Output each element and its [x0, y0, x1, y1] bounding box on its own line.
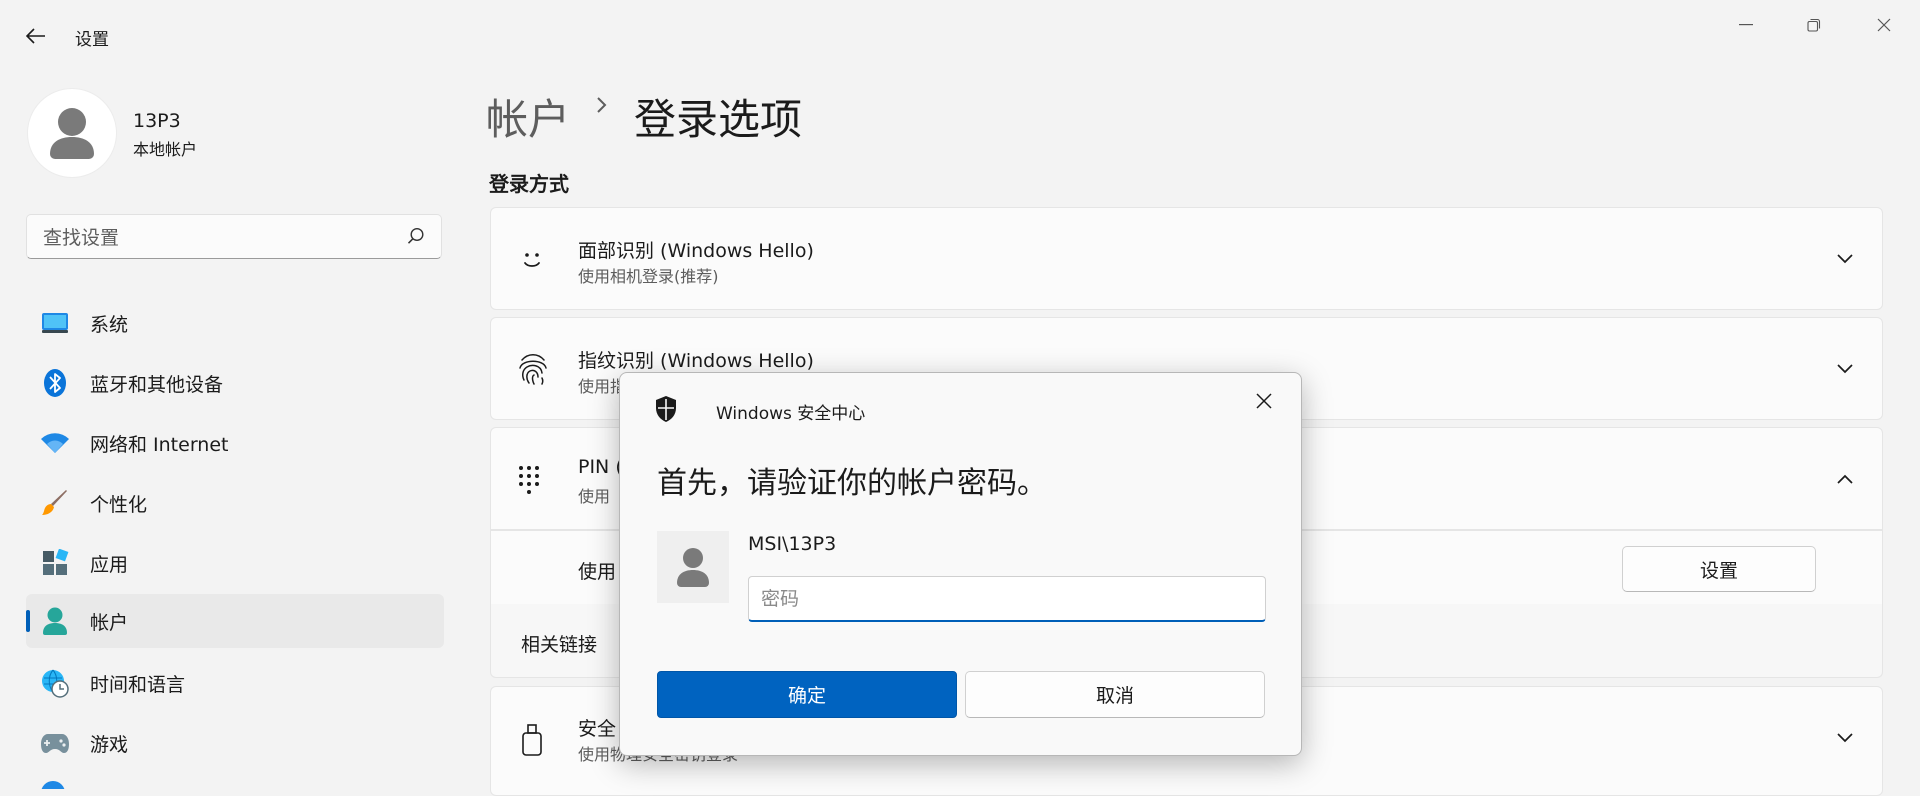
app-title: 设置 [75, 30, 109, 50]
restore-icon [1807, 18, 1821, 32]
breadcrumb-parent[interactable]: 帐户 [486, 86, 570, 147]
expand-button[interactable] [1830, 354, 1860, 384]
restore-button[interactable] [1784, 8, 1844, 42]
back-button[interactable] [14, 18, 58, 54]
account-icon [40, 606, 70, 636]
related-links-label: 相关链接 [521, 634, 598, 656]
minimize-icon [1739, 24, 1753, 26]
fingerprint-icon [519, 354, 547, 385]
sidebar-item-label: 个性化 [90, 493, 148, 516]
sidebar-item-label: 蓝牙和其他设备 [90, 373, 224, 396]
password-input[interactable] [748, 576, 1266, 622]
dialog-heading: 首先，请验证你的帐户密码。 [657, 466, 1047, 501]
face-recognition-card[interactable]: 面部识别 (Windows Hello) 使用相机登录(推荐) [490, 207, 1883, 310]
windows-security-dialog: Windows 安全中心 首先，请验证你的帐户密码。 MSI\13P3 确定 取… [619, 372, 1302, 756]
expand-button[interactable] [1830, 244, 1860, 274]
system-icon [40, 308, 70, 338]
pin-setup-button[interactable]: 设置 [1622, 546, 1816, 592]
dialog-username: MSI\13P3 [748, 533, 837, 555]
globe-clock-icon [40, 668, 70, 698]
card-title: 安全 [578, 718, 617, 740]
user-name: 13P3 [133, 110, 181, 132]
sidebar-item-bluetooth[interactable]: 蓝牙和其他设备 [26, 356, 444, 410]
close-icon [1256, 393, 1272, 409]
minimize-button[interactable] [1716, 8, 1776, 42]
smiley-face-icon [524, 253, 540, 267]
card-title: 指纹识别 (Windows Hello) [578, 350, 814, 372]
dialog-title: Windows 安全中心 [716, 404, 866, 424]
close-window-button[interactable] [1854, 8, 1914, 42]
brush-icon [40, 488, 70, 518]
cancel-button[interactable]: 取消 [965, 671, 1265, 718]
person-icon [677, 548, 709, 587]
ok-button[interactable]: 确定 [657, 671, 957, 718]
dialog-user-avatar [657, 531, 729, 603]
shield-icon [656, 396, 676, 422]
user-account-type: 本地帐户 [133, 140, 198, 159]
bluetooth-icon [40, 368, 70, 398]
apps-icon [40, 548, 70, 578]
sidebar-item-label: 帐户 [90, 611, 129, 634]
sidebar-item-next-partial [40, 780, 66, 789]
arrow-left-icon [26, 28, 45, 44]
sidebar-item-personalization[interactable]: 个性化 [26, 476, 444, 530]
card-subtitle: 使用相机登录(推荐) [578, 267, 719, 286]
sidebar-item-accounts[interactable]: 帐户 [26, 594, 444, 648]
usb-key-icon [522, 724, 542, 756]
sidebar-item-label: 时间和语言 [90, 673, 186, 696]
sidebar-item-label: 应用 [90, 553, 129, 576]
sidebar-item-apps[interactable]: 应用 [26, 536, 444, 590]
collapse-button[interactable] [1830, 464, 1860, 494]
search-box[interactable] [26, 214, 442, 260]
chevron-down-icon [1837, 254, 1853, 264]
chevron-down-icon [1837, 733, 1853, 743]
sidebar-item-network[interactable]: 网络和 Internet [26, 416, 444, 470]
section-title: 登录方式 [489, 172, 569, 196]
page-title: 登录选项 [634, 95, 803, 144]
sidebar-item-label: 网络和 Internet [90, 433, 229, 456]
wifi-icon [40, 428, 70, 458]
card-subtitle: 使用 [578, 487, 611, 506]
chevron-right-icon [597, 97, 607, 113]
search-input[interactable] [41, 215, 405, 260]
close-icon [1877, 18, 1891, 32]
chevron-down-icon [1837, 364, 1853, 374]
pin-row-text: 使用 [578, 561, 617, 583]
selection-indicator [26, 610, 30, 632]
sidebar-item-gaming[interactable]: 游戏 [26, 716, 444, 770]
sidebar-item-system[interactable]: 系统 [26, 296, 444, 350]
user-avatar [27, 88, 117, 178]
sidebar-item-time-language[interactable]: 时间和语言 [26, 656, 444, 710]
expand-button[interactable] [1830, 723, 1860, 753]
gamepad-icon [40, 728, 70, 758]
sidebar-item-label: 系统 [90, 313, 129, 336]
dialog-close-button[interactable] [1244, 383, 1284, 419]
search-icon [407, 227, 424, 244]
chevron-up-icon [1837, 474, 1853, 484]
sidebar-item-label: 游戏 [90, 733, 129, 756]
card-title: PIN ( [578, 456, 623, 478]
person-icon [50, 108, 94, 159]
keypad-icon [519, 466, 539, 494]
card-title: 面部识别 (Windows Hello) [578, 240, 814, 262]
